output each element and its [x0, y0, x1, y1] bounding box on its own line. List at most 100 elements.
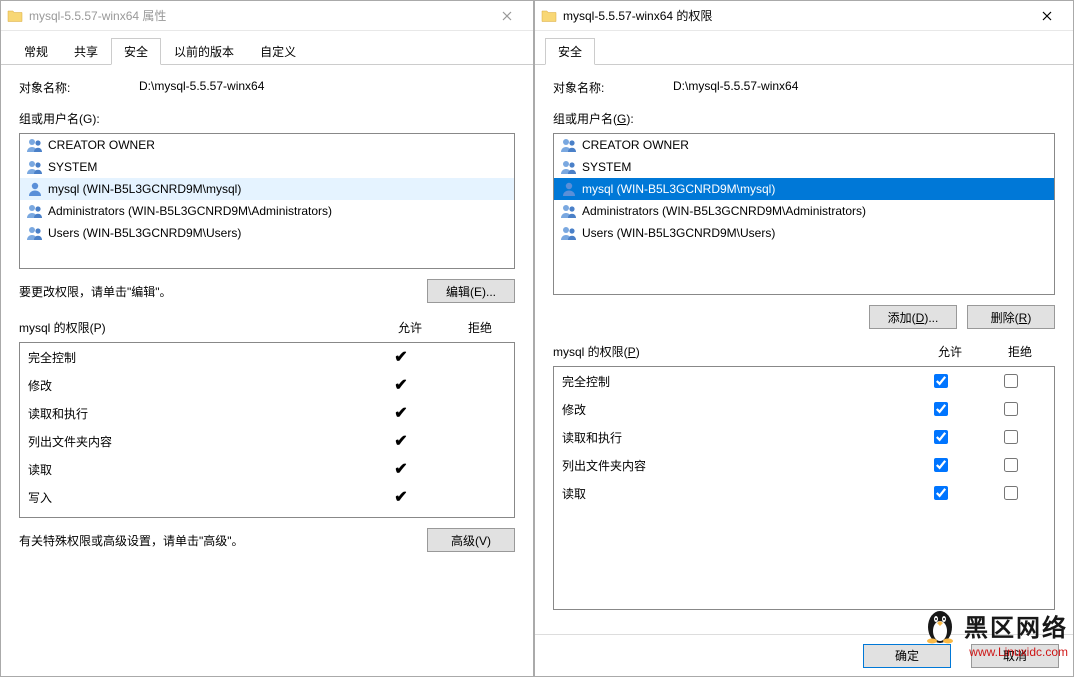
permissions-listbox: 完全控制修改读取和执行列出文件夹内容读取 [553, 366, 1055, 610]
deny-checkbox[interactable] [1004, 402, 1018, 416]
list-item[interactable]: SYSTEM [20, 156, 514, 178]
permissions-label: mysql 的权限(P) [19, 319, 375, 336]
permission-row: 完全控制 [554, 367, 1054, 395]
deny-checkbox[interactable] [1004, 486, 1018, 500]
permission-name: 读取 [28, 461, 366, 478]
group-users-label: 组或用户名(G): [19, 110, 515, 127]
ok-button[interactable]: 确定 [863, 644, 951, 668]
titlebar: mysql-5.5.57-winx64 的权限 [535, 1, 1073, 31]
permission-name: 完全控制 [28, 349, 366, 366]
remove-button[interactable]: 删除(R) [967, 305, 1055, 329]
folder-icon [541, 9, 557, 23]
allow-cell: ✔ [366, 459, 436, 479]
permission-name: 修改 [562, 401, 906, 418]
permissions-label: mysql 的权限(P) [553, 343, 915, 360]
add-button[interactable]: 添加(D)... [869, 305, 957, 329]
check-icon: ✔ [394, 375, 407, 395]
permission-row: 写入 ✔ [20, 483, 514, 511]
tab-自定义[interactable]: 自定义 [247, 38, 309, 65]
cancel-button[interactable]: 取消 [971, 644, 1059, 668]
tab-共享[interactable]: 共享 [61, 38, 111, 65]
allow-checkbox[interactable] [934, 402, 948, 416]
list-item[interactable]: Administrators (WIN-B5L3GCNRD9M\Administ… [20, 200, 514, 222]
advanced-button[interactable]: 高级(V) [427, 528, 515, 552]
window-title: mysql-5.5.57-winx64 属性 [29, 7, 485, 24]
deny-checkbox[interactable] [1004, 430, 1018, 444]
object-name-label: 对象名称: [19, 79, 139, 96]
allow-cell: ✔ [366, 487, 436, 507]
dialog-footer: 确定 取消 [535, 634, 1073, 676]
check-icon: ✔ [394, 487, 407, 507]
list-item[interactable]: mysql (WIN-B5L3GCNRD9M\mysql) [20, 178, 514, 200]
list-item[interactable]: Users (WIN-B5L3GCNRD9M\Users) [20, 222, 514, 244]
edit-hint: 要更改权限，请单击"编辑"。 [19, 283, 172, 300]
user-name: CREATOR OWNER [582, 138, 689, 152]
titlebar: mysql-5.5.57-winx64 属性 [1, 1, 533, 31]
users-listbox[interactable]: CREATOR OWNER SYSTEM mysql (WIN-B5L3GCNRD9… [19, 133, 515, 269]
user-name: CREATOR OWNER [48, 138, 155, 152]
group-users-label: 组或用户名(G): [553, 110, 1055, 127]
deny-checkbox[interactable] [1004, 374, 1018, 388]
permission-row: 修改 [554, 395, 1054, 423]
allow-cell: ✔ [366, 403, 436, 423]
user-name: Administrators (WIN-B5L3GCNRD9M\Administ… [582, 204, 866, 218]
close-button[interactable] [1025, 2, 1069, 30]
tab-安全[interactable]: 安全 [111, 38, 161, 65]
check-icon: ✔ [394, 347, 407, 367]
permission-name: 列出文件夹内容 [562, 457, 906, 474]
user-name: SYSTEM [48, 160, 97, 174]
tabs: 常规共享安全以前的版本自定义 [1, 31, 533, 65]
permission-row: 列出文件夹内容 [554, 451, 1054, 479]
object-name-label: 对象名称: [553, 79, 673, 96]
tab-常规[interactable]: 常规 [11, 38, 61, 65]
permission-row: 读取✔ [20, 455, 514, 483]
allow-checkbox[interactable] [934, 430, 948, 444]
list-item[interactable]: CREATOR OWNER [20, 134, 514, 156]
user-name: mysql (WIN-B5L3GCNRD9M\mysql) [582, 182, 775, 196]
permission-name: 列出文件夹内容 [28, 433, 366, 450]
permission-row: 完全控制 ✔ [20, 343, 514, 371]
tab-安全[interactable]: 安全 [545, 38, 595, 65]
deny-checkbox[interactable] [1004, 458, 1018, 472]
allow-checkbox[interactable] [934, 486, 948, 500]
user-name: SYSTEM [582, 160, 631, 174]
users-listbox[interactable]: CREATOR OWNER SYSTEM mysql (WIN-B5L3GCNRD9… [553, 133, 1055, 295]
allow-cell: ✔ [366, 431, 436, 451]
list-item[interactable]: CREATOR OWNER [554, 134, 1054, 156]
allow-column: 允许 [375, 319, 445, 336]
list-item[interactable]: Users (WIN-B5L3GCNRD9M\Users) [554, 222, 1054, 244]
advanced-hint: 有关特殊权限或高级设置，请单击"高级"。 [19, 532, 427, 549]
permission-row: 读取 [554, 479, 1054, 507]
allow-checkbox[interactable] [934, 458, 948, 472]
permissions-dialog: mysql-5.5.57-winx64 的权限 安全 对象名称: D:\mysq… [534, 0, 1074, 677]
close-icon [1042, 11, 1052, 21]
window-title: mysql-5.5.57-winx64 的权限 [563, 7, 1025, 24]
close-button[interactable] [485, 2, 529, 30]
permission-name: 读取 [562, 485, 906, 502]
allow-checkbox[interactable] [934, 374, 948, 388]
permission-name: 修改 [28, 377, 366, 394]
tabs: 安全 [535, 31, 1073, 65]
permission-row: 读取和执行 ✔ [20, 399, 514, 427]
list-item[interactable]: mysql (WIN-B5L3GCNRD9M\mysql) [554, 178, 1054, 200]
permission-row: 修改 ✔ [20, 371, 514, 399]
check-icon: ✔ [394, 403, 407, 423]
tab-以前的版本[interactable]: 以前的版本 [161, 38, 247, 65]
list-item[interactable]: SYSTEM [554, 156, 1054, 178]
properties-dialog: mysql-5.5.57-winx64 属性 常规共享安全以前的版本自定义 对象… [0, 0, 534, 677]
object-name-value: D:\mysql-5.5.57-winx64 [139, 79, 264, 96]
deny-column: 拒绝 [985, 343, 1055, 360]
close-icon [502, 11, 512, 21]
check-icon: ✔ [394, 431, 407, 451]
permissions-listbox: 完全控制✔修改✔读取和执行✔列出文件夹内容✔读取✔写入✔ [19, 342, 515, 518]
edit-button[interactable]: 编辑(E)... [427, 279, 515, 303]
allow-column: 允许 [915, 343, 985, 360]
permission-name: 读取和执行 [28, 405, 366, 422]
allow-cell: ✔ [366, 375, 436, 395]
permission-row: 列出文件夹内容 ✔ [20, 427, 514, 455]
user-name: mysql (WIN-B5L3GCNRD9M\mysql) [48, 182, 241, 196]
permission-name: 写入 [28, 489, 366, 506]
user-name: Users (WIN-B5L3GCNRD9M\Users) [582, 226, 775, 240]
user-name: Administrators (WIN-B5L3GCNRD9M\Administ… [48, 204, 332, 218]
list-item[interactable]: Administrators (WIN-B5L3GCNRD9M\Administ… [554, 200, 1054, 222]
